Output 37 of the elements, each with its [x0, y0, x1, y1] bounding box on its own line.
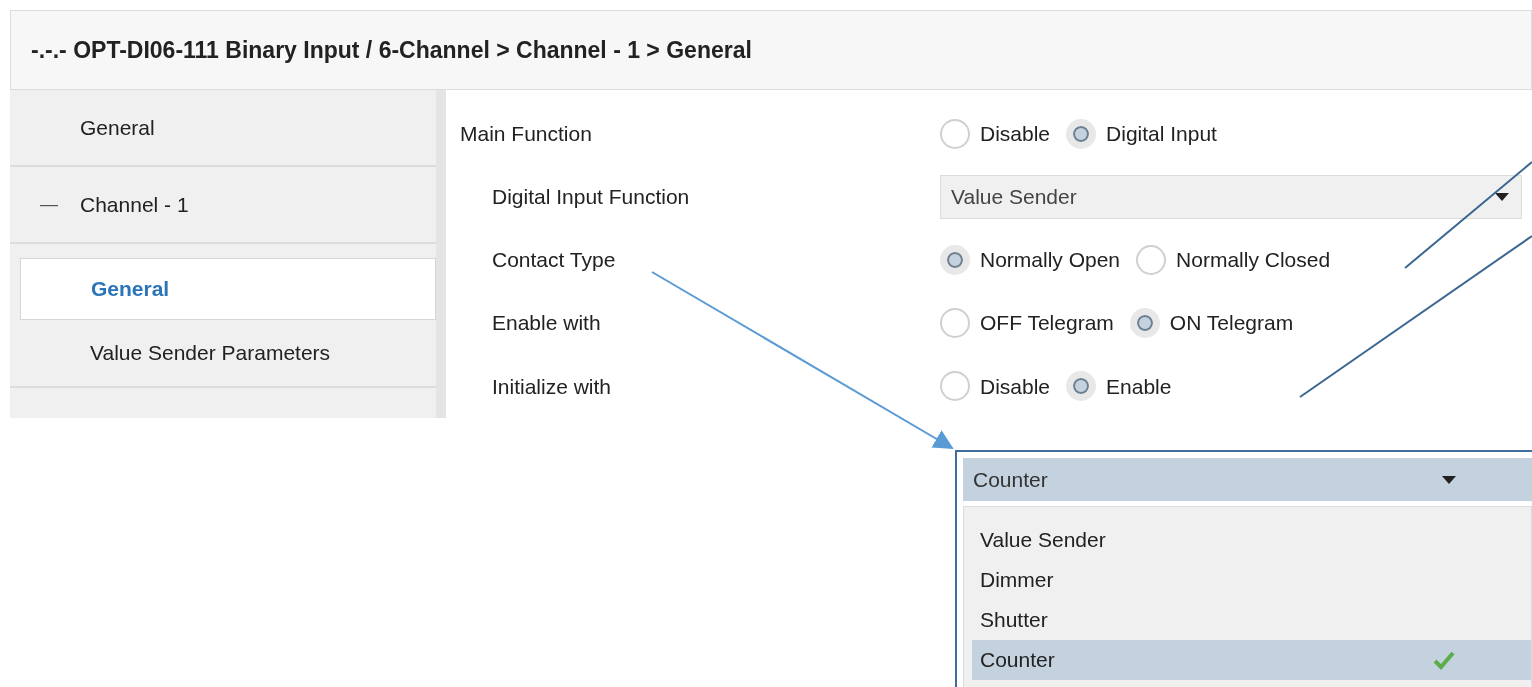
- parameter-label: Initialize with: [491, 373, 613, 400]
- radio-option[interactable]: Normally Open: [940, 244, 1129, 276]
- parameter-label: Enable with: [491, 310, 602, 337]
- caret-icon: [1442, 475, 1456, 484]
- dropdown-option[interactable]: Counter: [972, 640, 1531, 680]
- sidebar-item-label: Channel - 1: [80, 191, 189, 218]
- parameter-label: Contact Type: [491, 247, 617, 274]
- sidebar-item[interactable]: — Channel - 1: [10, 167, 436, 244]
- sidebar-item[interactable]: Value Sender Parameters: [10, 320, 436, 388]
- sidebar-item[interactable]: General: [10, 90, 436, 167]
- radio-button[interactable]: [1136, 245, 1167, 275]
- radio-option[interactable]: ON Telegram: [1129, 307, 1302, 339]
- radio-button[interactable]: [1066, 371, 1097, 402]
- radio-option[interactable]: OFF Telegram: [940, 307, 1122, 339]
- collapse-icon[interactable]: —: [40, 191, 58, 218]
- sidebar-item[interactable]: General: [20, 258, 436, 320]
- radio-button[interactable]: [940, 118, 970, 149]
- radio-button[interactable]: [1129, 308, 1160, 339]
- radio-button[interactable]: [940, 371, 970, 402]
- dropdown-option[interactable]: Value Sender: [972, 520, 1531, 560]
- radio-button[interactable]: [940, 308, 970, 339]
- radio-option[interactable]: Normally Closed: [1136, 244, 1339, 276]
- dropdown-option[interactable]: Shutter: [972, 600, 1531, 640]
- radio-option[interactable]: Disable: [940, 117, 1059, 150]
- dropdown[interactable]: Value Sender: [940, 174, 1522, 219]
- breadcrumb-title: -.-.- OPT-DI06-111 Binary Input / 6-Channel > Channel - 1 > General: [31, 35, 752, 65]
- parameter-label: Digital Input Function: [491, 184, 691, 211]
- radio-option[interactable]: Disable: [940, 370, 1059, 403]
- radio-button[interactable]: [940, 245, 970, 275]
- parameter-label: Main Function: [459, 120, 593, 147]
- dropdown[interactable]: Counter: [963, 458, 1532, 501]
- radio-button[interactable]: [1066, 118, 1097, 149]
- caret-icon: [1495, 192, 1509, 201]
- radio-option[interactable]: Digital Input: [1066, 117, 1225, 150]
- checkmark-icon: [1433, 650, 1455, 670]
- radio-option[interactable]: Enable: [1066, 370, 1180, 403]
- dropdown-option[interactable]: Dimmer: [972, 560, 1531, 600]
